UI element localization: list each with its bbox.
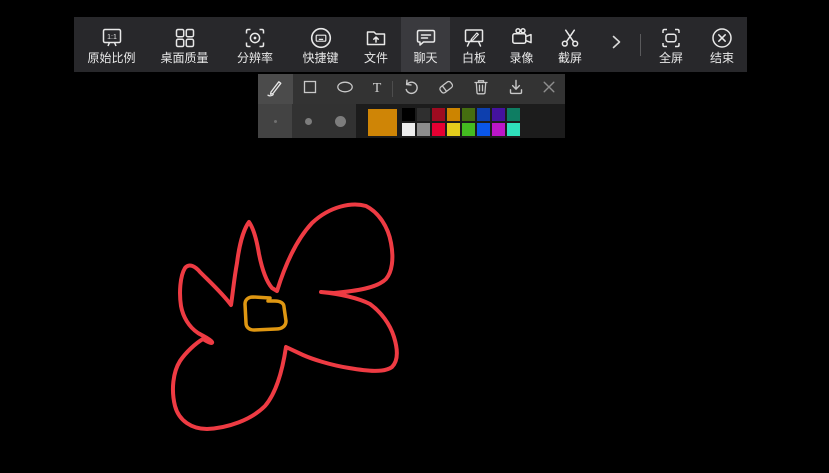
toolbar-item-record[interactable]: 录像: [498, 17, 545, 72]
color-swatch[interactable]: [477, 108, 490, 121]
toolbar-divider: [640, 33, 641, 56]
flower-center-drawing: [243, 295, 288, 332]
toolbar-item-original-ratio[interactable]: 1:1 原始比例: [74, 17, 149, 72]
close-circle-icon: [709, 25, 735, 51]
toolbar-label: 分辨率: [236, 50, 273, 65]
delete-drawing-button[interactable]: [463, 74, 498, 104]
draw-tools-row: T: [258, 74, 565, 104]
screen-record-icon: [509, 25, 535, 51]
color-swatch[interactable]: [432, 123, 445, 136]
color-swatch[interactable]: [492, 108, 505, 121]
resolution-icon: [242, 25, 268, 51]
color-swatch[interactable]: [447, 123, 460, 136]
rectangle-icon: [299, 76, 321, 103]
save-drawing-button[interactable]: [498, 74, 533, 104]
draw-toolbar-divider: [391, 81, 393, 97]
toolbar-label: 录像: [509, 50, 534, 65]
toolbar-item-resolution[interactable]: 分辨率: [220, 17, 290, 72]
toolbar-label: 桌面质量: [160, 50, 209, 65]
toolbar-item-desktop-quality[interactable]: 桌面质量: [149, 17, 220, 72]
color-swatch[interactable]: [402, 123, 415, 136]
chat-icon: [413, 25, 439, 51]
annotation-toolbar: T: [258, 74, 565, 138]
eraser-button[interactable]: [428, 74, 463, 104]
download-icon: [505, 76, 527, 103]
toolbar-item-screenshot[interactable]: 截屏: [545, 17, 595, 72]
color-picker-area: [356, 104, 565, 138]
toolbar-label: 原始比例: [87, 50, 136, 65]
brush-size-small-button[interactable]: [258, 104, 292, 138]
shortcut-keys-icon: [308, 25, 334, 51]
eraser-icon: [435, 76, 457, 103]
remote-desktop-screen: 1:1 原始比例 桌面质量 分辨率 快捷键 文件 聊天 白板 录像 截屏 全屏 …: [0, 0, 829, 473]
color-swatch[interactable]: [507, 123, 520, 136]
svg-text:T: T: [372, 81, 381, 96]
text-tool-button[interactable]: T: [363, 74, 391, 104]
file-transfer-icon: [363, 25, 389, 51]
main-toolbar: 1:1 原始比例 桌面质量 分辨率 快捷键 文件 聊天 白板 录像 截屏 全屏 …: [74, 17, 747, 72]
screenshot-icon: [557, 25, 583, 51]
color-swatch[interactable]: [417, 108, 430, 121]
close-draw-toolbar-button[interactable]: [533, 74, 565, 104]
close-icon: [538, 76, 560, 103]
brush-size-medium-button[interactable]: [292, 104, 324, 138]
small-dot-icon: [273, 119, 277, 123]
color-swatch[interactable]: [402, 108, 415, 121]
color-swatch[interactable]: [492, 123, 505, 136]
toolbar-label: 快捷键: [302, 50, 339, 65]
end-session-button[interactable]: 结束: [697, 17, 747, 72]
brush-size-large-button[interactable]: [324, 104, 356, 138]
color-swatch[interactable]: [462, 123, 475, 136]
chevron-right-icon: [605, 31, 627, 58]
current-color-swatch: [368, 109, 397, 136]
undo-button[interactable]: [394, 74, 429, 104]
toolbar-label: 结束: [709, 50, 734, 65]
toolbar-item-files[interactable]: 文件: [351, 17, 401, 72]
desktop-quality-icon: [172, 25, 198, 51]
color-swatch[interactable]: [507, 108, 520, 121]
ellipse-tool-button[interactable]: [328, 74, 363, 104]
toolbar-label: 白板: [461, 50, 486, 65]
medium-dot-icon: [304, 117, 312, 125]
whiteboard-icon: [461, 25, 487, 51]
toolbar-label: 全屏: [658, 50, 683, 65]
toolbar-item-chat[interactable]: 聊天: [401, 17, 450, 72]
large-dot-icon: [334, 115, 346, 127]
toolbar-label: 截屏: [557, 50, 582, 65]
toolbar-item-whiteboard[interactable]: 白板: [450, 17, 498, 72]
color-swatch[interactable]: [432, 108, 445, 121]
color-swatch[interactable]: [462, 108, 475, 121]
color-swatch[interactable]: [477, 123, 490, 136]
svg-text:1:1: 1:1: [107, 33, 117, 40]
color-palette: [402, 108, 520, 136]
fullscreen-icon: [658, 25, 684, 51]
toolbar-more-button[interactable]: [595, 17, 636, 72]
toolbar-label: 文件: [363, 50, 388, 65]
pencil-tool-button[interactable]: [258, 74, 293, 104]
undo-icon: [400, 76, 422, 103]
toolbar-item-shortcut-keys[interactable]: 快捷键: [290, 17, 351, 72]
toolbar-label: 聊天: [413, 50, 438, 65]
ellipse-icon: [334, 76, 356, 103]
trash-icon: [470, 76, 492, 103]
rectangle-tool-button[interactable]: [293, 74, 328, 104]
brush-and-color-row: [258, 104, 565, 138]
text-tool-icon: T: [366, 76, 388, 103]
ratio-1-1-icon: 1:1: [99, 25, 125, 51]
fullscreen-button[interactable]: 全屏: [645, 17, 697, 72]
pencil-icon: [264, 76, 286, 103]
color-swatch[interactable]: [447, 108, 460, 121]
color-swatch[interactable]: [417, 123, 430, 136]
